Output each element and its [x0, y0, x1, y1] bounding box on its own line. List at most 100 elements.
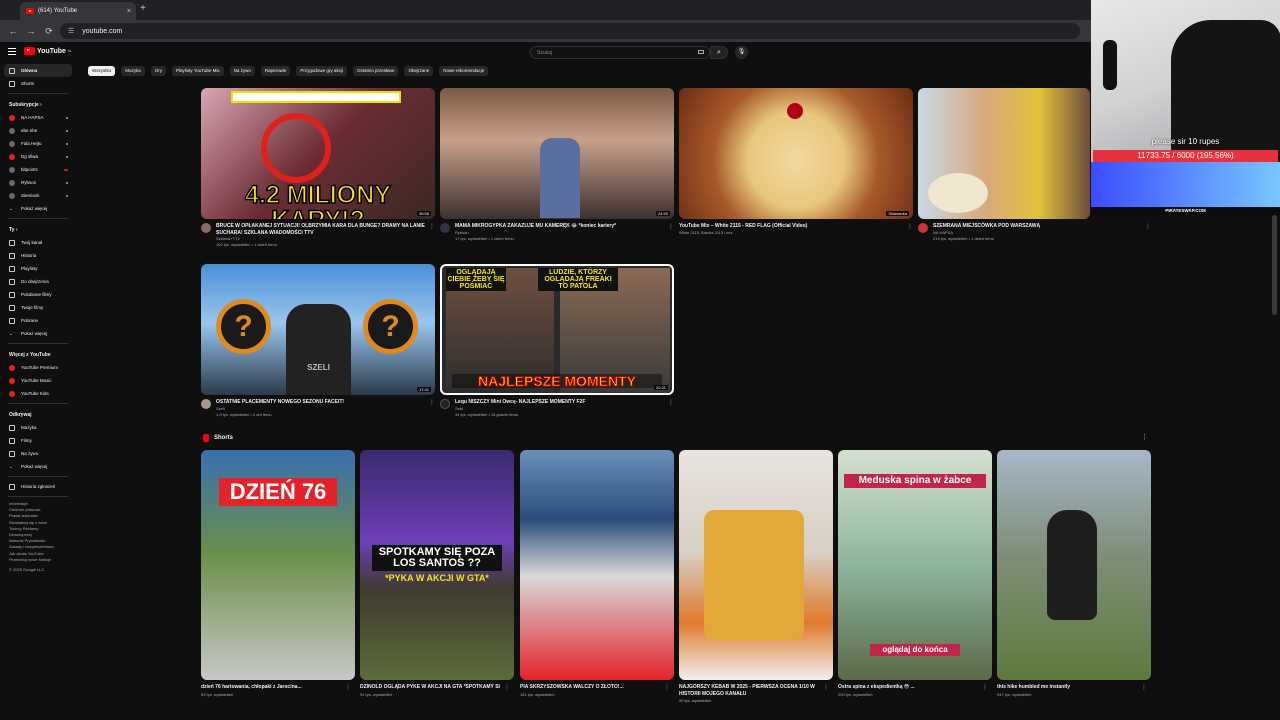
chip[interactable]: Przygodowe gry akcji — [296, 66, 347, 76]
short-card[interactable]: Meduska spina w żabce oglądaj do końca O… — [838, 450, 992, 699]
chip[interactable]: Nowe rekomendacje — [439, 66, 489, 76]
you-header[interactable]: Ty › — [0, 223, 76, 236]
sidebar-item-liked[interactable]: Polubione filmy — [0, 288, 76, 301]
sidebar-item-live[interactable]: Na żywo — [0, 447, 76, 460]
tab-close-icon[interactable]: × — [127, 8, 131, 15]
short-card[interactable]: this hike humbled me instantly 947 tys. … — [997, 450, 1151, 699]
sidebar-item-shorts[interactable]: Shorts — [0, 77, 76, 90]
video-thumbnail[interactable]: ? ? SZELI 17:41 — [201, 264, 435, 395]
youtube-logo[interactable]: YouTube PL — [24, 47, 72, 55]
chip-all[interactable]: Wszystko — [88, 66, 116, 76]
chip[interactable]: Na żywo — [229, 66, 255, 76]
more-actions-icon[interactable]: ⋮ — [907, 223, 913, 230]
sidebar-item-your-channel[interactable]: Twój kanał — [0, 236, 76, 249]
sidebar-item-home[interactable]: Główna — [4, 64, 72, 77]
browser-tab[interactable]: (614) YouTube × — [20, 2, 136, 20]
sidebar-item-your-videos[interactable]: Twoje filmy — [0, 301, 76, 314]
video-thumbnail[interactable] — [918, 88, 1090, 219]
more-actions-icon[interactable]: ⋮ — [429, 223, 435, 230]
sidebar-item-sub[interactable]: ebe ebe — [0, 124, 76, 137]
footer-line[interactable]: Przetestuj nowe funkcje — [9, 557, 76, 563]
keyboard-icon[interactable] — [698, 50, 704, 54]
short-thumbnail[interactable] — [997, 450, 1151, 680]
new-tab-button[interactable]: + — [140, 3, 146, 14]
show-more-subs[interactable]: ⌄ Pokaż więcej — [0, 202, 76, 215]
subscriptions-header[interactable]: Subskrypcje › — [0, 98, 76, 111]
shelf-more-icon[interactable]: ⋮ — [1141, 433, 1148, 441]
sidebar-item-playlists[interactable]: Playlisty — [0, 262, 76, 275]
more-actions-icon[interactable]: ⋮ — [823, 684, 829, 691]
chip[interactable]: Obejrzane — [404, 66, 434, 76]
sidebar-item-movies[interactable]: Filmy — [0, 434, 76, 447]
short-thumbnail[interactable] — [679, 450, 833, 680]
reload-button[interactable]: ⟳ — [44, 26, 54, 37]
more-actions-icon[interactable]: ⋮ — [1141, 684, 1147, 691]
more-actions-icon[interactable]: ⋮ — [982, 684, 988, 691]
short-card[interactable]: DZIEŃ 76 dzień 76 hartowania, chłopaki z… — [201, 450, 355, 699]
sidebar-item-kids[interactable]: YouTube Kids — [0, 387, 76, 400]
sidebar-item-explore-music[interactable]: Muzyka — [0, 421, 76, 434]
sidebar-item-downloads[interactable]: Pobrane — [0, 314, 76, 327]
short-thumbnail[interactable]: Meduska spina w żabce oglądaj do końca — [838, 450, 992, 680]
video-card[interactable]: 24:50 MAMA MIKROGYPKA ZAKAZUJE MU KAMERĘ… — [440, 88, 674, 242]
chip[interactable]: Raperowie — [260, 66, 291, 76]
show-more-you[interactable]: ⌄ Pokaż więcej — [0, 327, 76, 340]
sidebar-item-sub[interactable]: NA HAPSA — [0, 111, 76, 124]
chip[interactable]: Muzyka — [121, 66, 145, 76]
forward-button[interactable]: → — [26, 26, 36, 36]
sidebar-item-sub[interactable]: Fala Hejtu — [0, 137, 76, 150]
short-title[interactable]: NAJGORSZY KEBAB W 2025 - PIERWSZA OCENA … — [679, 684, 819, 697]
more-actions-icon[interactable]: ⋮ — [664, 684, 670, 691]
short-card[interactable]: PIA SKRZYSZOWSKA WALCZY O ZŁOTO!... 181 … — [520, 450, 674, 699]
chip[interactable]: Gry — [150, 66, 167, 76]
video-thumbnail[interactable]: OGLĄDAJĄ CIEBIE ŻEBY SIĘ POŚMIAĆ LUDZIE,… — [440, 264, 674, 395]
video-card[interactable]: 4.2 MILIONY KARY!? 36:58 BRUCE W OPŁAKAN… — [201, 88, 435, 248]
page-scrollbar[interactable] — [1272, 215, 1277, 315]
short-title[interactable]: DZINOLD OGLĄDA PYKE W AKCJI NA GTA *SPOT… — [360, 684, 500, 691]
channel-avatar[interactable] — [201, 223, 211, 233]
site-info-icon[interactable]: ☰ — [68, 27, 74, 35]
sidebar-item-sub[interactable]: Siemiank — [0, 189, 76, 202]
video-card[interactable]: SZEMRANA MIEJSCÓWKA POD WARSZAWĄ NA HAPS… — [918, 88, 1090, 242]
back-button[interactable]: ← — [8, 26, 18, 36]
more-actions-icon[interactable]: ⋮ — [1145, 223, 1280, 230]
sidebar-item-sub[interactable]: Rybson — [0, 176, 76, 189]
channel-name[interactable]: White 2115, Blacha 2115 i inni — [679, 230, 903, 236]
more-actions-icon[interactable]: ⋮ — [668, 399, 674, 406]
short-card[interactable]: NAJGORSZY KEBAB W 2025 - PIERWSZA OCENA … — [679, 450, 833, 705]
sidebar-item-watch-later[interactable]: Do obejrzenia — [0, 275, 76, 288]
short-card[interactable]: SPOTKAMY SIĘ POZA LOS SANTOS ?? *PYKA W … — [360, 450, 514, 699]
more-actions-icon[interactable]: ⋮ — [504, 684, 510, 691]
video-card[interactable]: ? ? SZELI 17:41 OSTATNIE PLACEMENTY NOWE… — [201, 264, 435, 418]
short-thumbnail[interactable] — [520, 450, 674, 680]
sidebar-item-sub[interactable]: bitpoints — [0, 163, 76, 176]
more-actions-icon[interactable]: ⋮ — [429, 399, 435, 406]
search-button[interactable]: ⌕ — [710, 46, 728, 59]
video-thumbnail[interactable]: 4.2 MILIONY KARY!? 36:58 — [201, 88, 435, 219]
guide-menu-icon[interactable] — [8, 48, 16, 57]
search-input[interactable]: Szukaj — [530, 46, 710, 59]
video-thumbnail[interactable]: Składanka — [679, 88, 913, 219]
chip[interactable]: Ostatnio przesłane — [352, 66, 399, 76]
show-more-explore[interactable]: ⌄ Pokaż więcej — [0, 460, 76, 473]
chip[interactable]: Playlisty YouTube Mix — [172, 66, 224, 76]
channel-avatar[interactable] — [440, 399, 450, 409]
channel-avatar[interactable] — [918, 223, 928, 233]
more-actions-icon[interactable]: ⋮ — [345, 684, 351, 691]
sidebar-item-history[interactable]: Historia — [0, 249, 76, 262]
sidebar-item-report-history[interactable]: Historia zgłoszeń — [0, 480, 76, 493]
video-thumbnail[interactable]: 24:50 — [440, 88, 674, 219]
video-card[interactable]: Składanka YouTube Mix – White 2115 - RED… — [679, 88, 913, 236]
channel-avatar[interactable] — [440, 223, 450, 233]
sidebar-item-sub[interactable]: Dg sllwa — [0, 150, 76, 163]
address-bar[interactable]: ☰ youtube.com — [60, 23, 1080, 39]
channel-avatar[interactable] — [201, 399, 211, 409]
short-thumbnail[interactable]: SPOTKAMY SIĘ POZA LOS SANTOS ?? *PYKA W … — [360, 450, 514, 680]
video-card[interactable]: OGLĄDAJĄ CIEBIE ŻEBY SIĘ POŚMIAĆ LUDZIE,… — [440, 264, 674, 418]
voice-search-icon[interactable]: 🎙 — [735, 46, 748, 59]
more-actions-icon[interactable]: ⋮ — [668, 223, 674, 230]
short-thumbnail[interactable]: DZIEŃ 76 — [201, 450, 355, 680]
video-title[interactable]: BRUCE W OPŁAKANEJ SYTUACJI! OLBRZYMIA KA… — [216, 223, 426, 236]
sidebar-item-premium[interactable]: YouTube Premium — [0, 361, 76, 374]
sidebar-item-music[interactable]: YouTube Music — [0, 374, 76, 387]
